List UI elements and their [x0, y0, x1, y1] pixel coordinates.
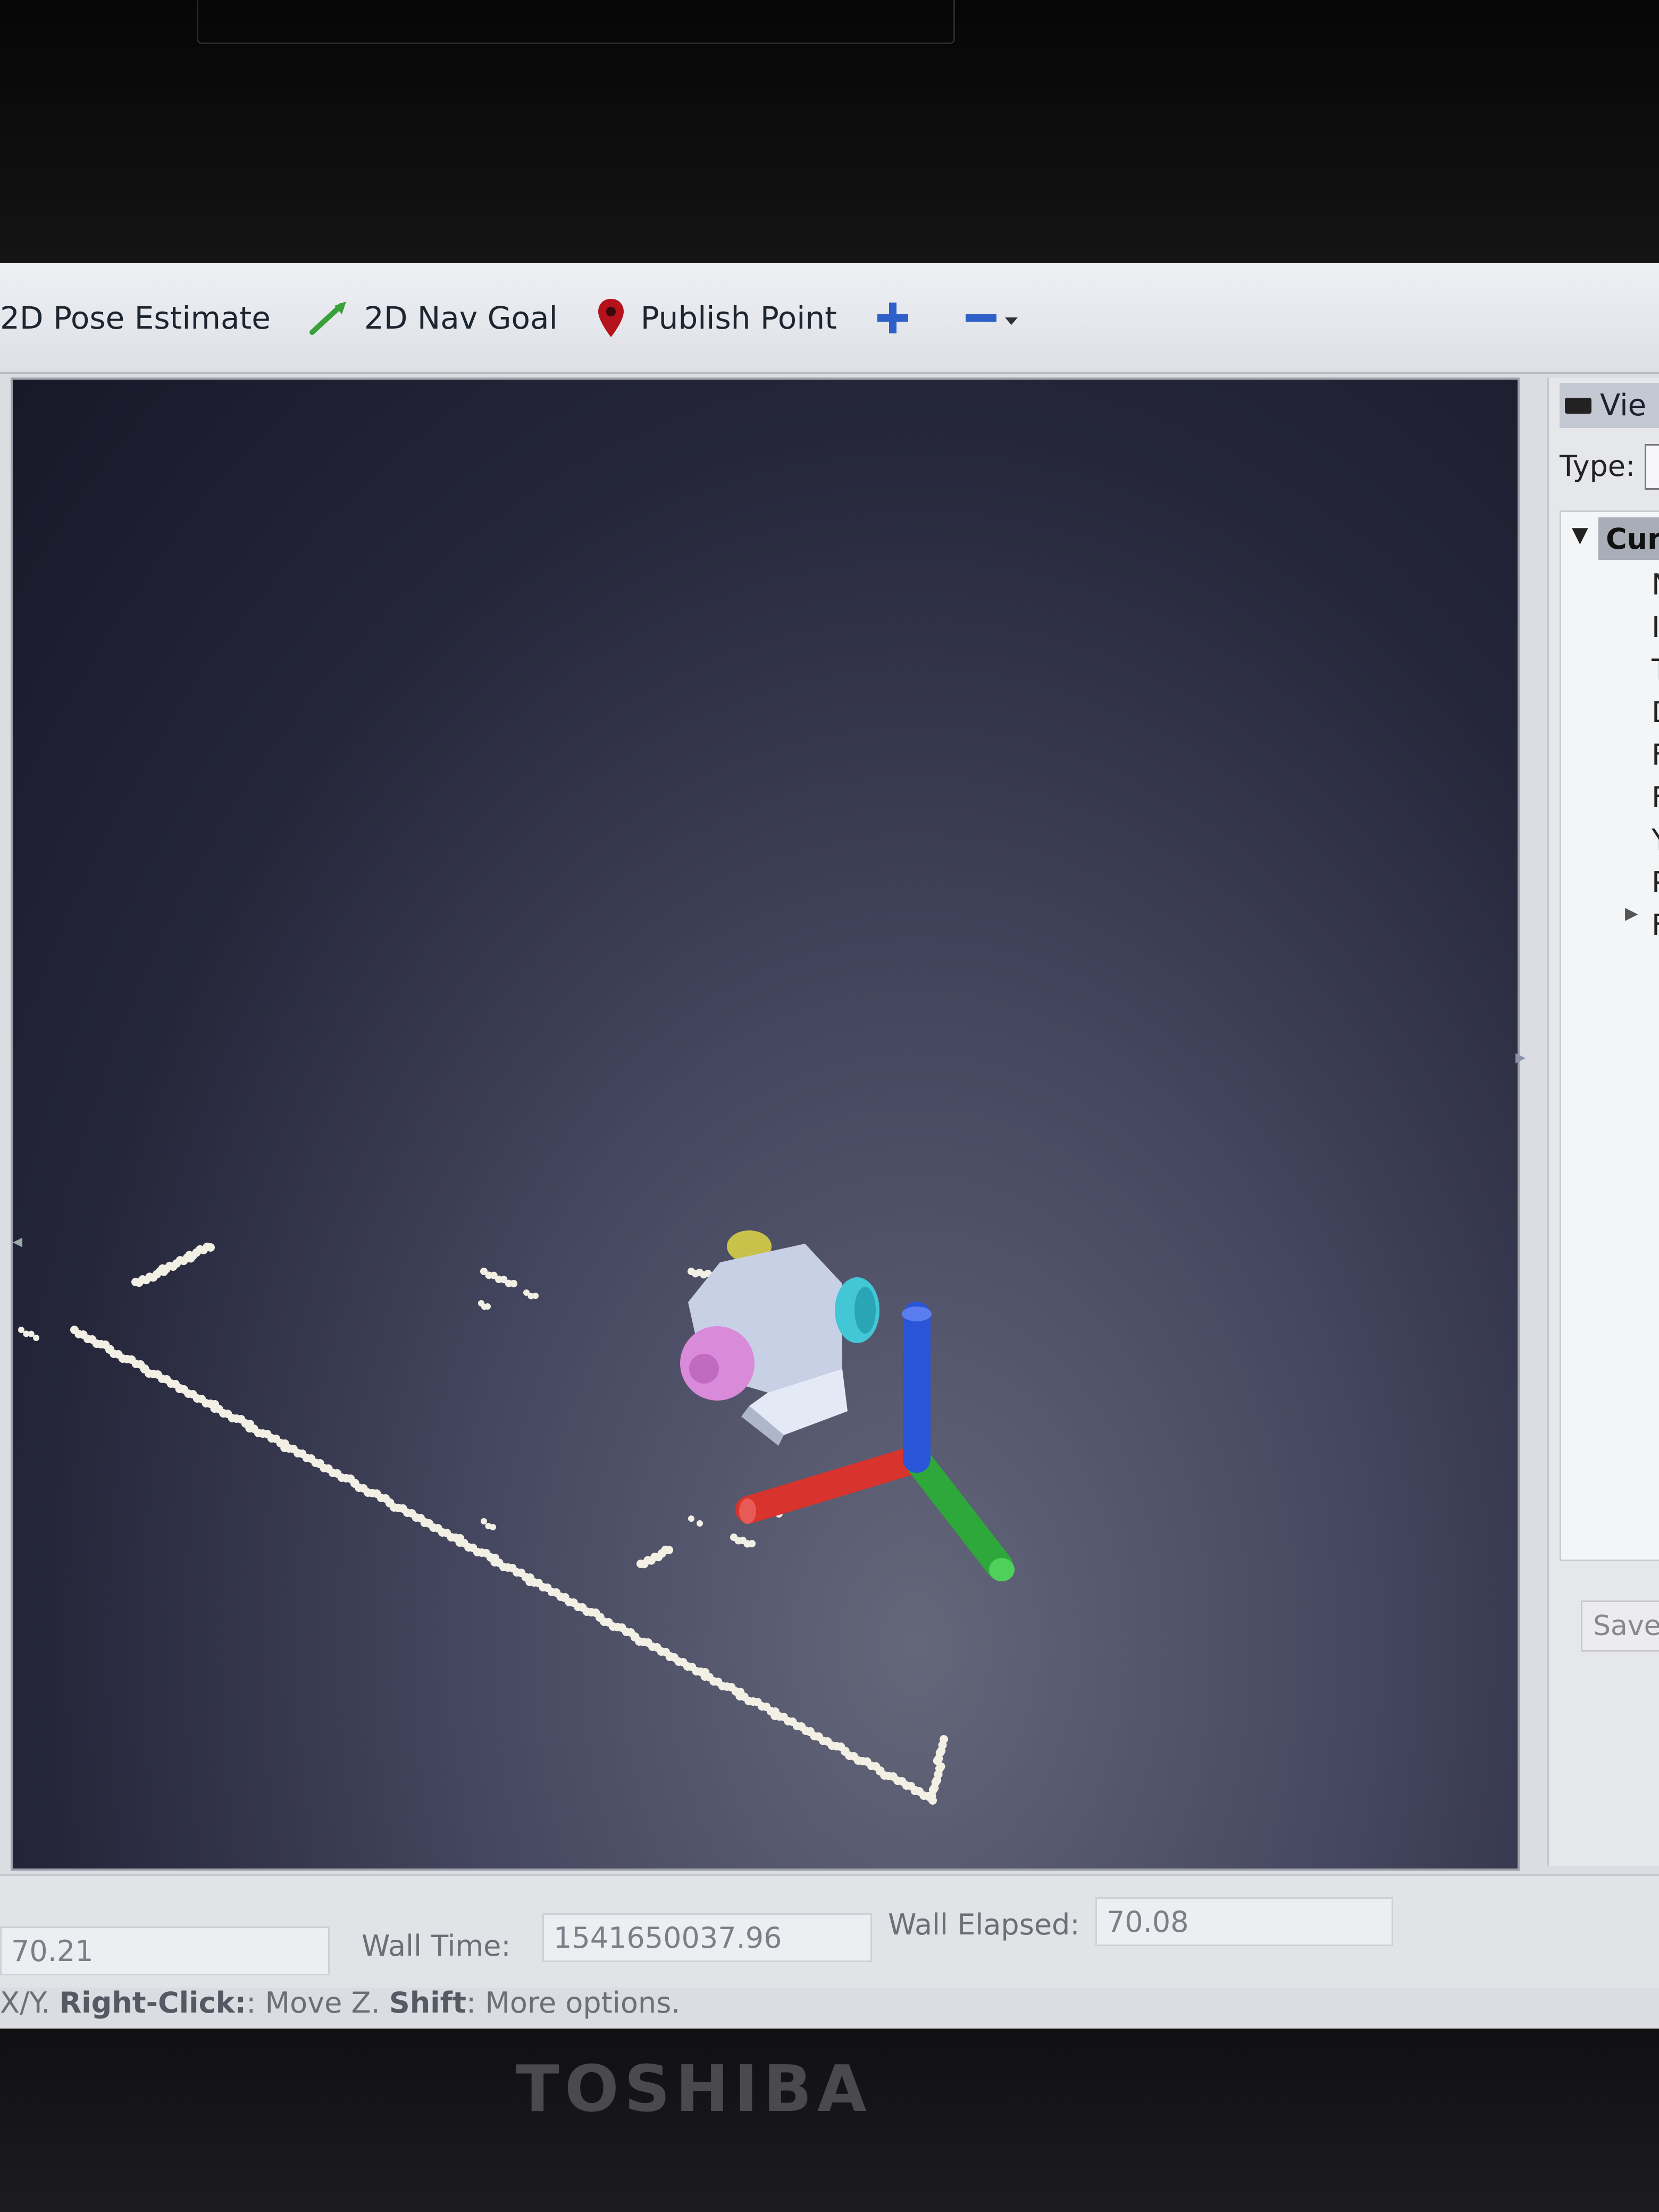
rviz-window: 2D Pose Estimate 2D Nav Goal Publish Poi…	[0, 263, 1659, 2029]
scan-point	[940, 1735, 948, 1744]
camera-icon	[1565, 397, 1591, 414]
plus-icon	[877, 302, 908, 333]
laptop-brand-logo: TOSHIBA	[516, 2052, 872, 2126]
view-field-4[interactable]: D	[1652, 696, 1659, 729]
view-field-5[interactable]: F	[1652, 738, 1659, 772]
view-type-select[interactable]	[1645, 444, 1659, 490]
nav-goal-label: 2D Nav Goal	[364, 299, 558, 336]
views-panel-title: Vie	[1600, 388, 1647, 423]
remove-tool-button[interactable]	[962, 286, 1035, 350]
wall-time-label: Wall Time:	[362, 1929, 511, 1963]
webcam-bezel	[197, 0, 955, 44]
view-field-1[interactable]: N	[1652, 568, 1659, 601]
ros-elapsed-field[interactable]: 70.21	[0, 1926, 330, 1975]
map-pin-icon	[598, 298, 624, 337]
scan-point	[532, 1293, 539, 1299]
hint-more-options: : More options.	[466, 1986, 681, 2020]
laptop-top-bezel	[0, 0, 1659, 266]
current-view-item[interactable]: Cur	[1598, 517, 1659, 560]
views-panel-header: Vie	[1560, 383, 1659, 428]
scan-point	[748, 1540, 756, 1547]
time-panel: 70.21 Wall Time: 1541650037.96 Wall Elap…	[0, 1874, 1659, 1988]
pose-estimate-label: 2D Pose Estimate	[0, 299, 271, 336]
minus-dropdown-icon	[965, 314, 1018, 325]
hint-right-click: Right-Click:	[59, 1986, 247, 2020]
status-hint: X/Y. Right-Click:: Move Z. Shift: More o…	[0, 1986, 1659, 2029]
scan-point	[490, 1524, 496, 1530]
scene-canvas[interactable]	[13, 380, 1518, 1869]
scan-point	[665, 1546, 673, 1554]
x-axis	[735, 1445, 931, 1523]
add-tool-button[interactable]	[874, 286, 925, 350]
robot-wheel-right-hub	[854, 1287, 876, 1334]
wall-time-field[interactable]: 1541650037.96	[542, 1913, 872, 1962]
nav-goal-arrow-icon	[309, 301, 346, 335]
robot-model	[680, 1230, 879, 1446]
3d-render-viewport[interactable]: ◂	[11, 378, 1520, 1871]
expand-arrow-icon[interactable]: ▶	[1625, 903, 1638, 923]
tools-toolbar: 2D Pose Estimate 2D Nav Goal Publish Poi…	[0, 263, 1659, 374]
scan-point	[697, 1520, 703, 1527]
view-field-6[interactable]: F	[1652, 781, 1659, 814]
view-field-3[interactable]: T	[1652, 653, 1659, 686]
scan-point	[18, 1327, 24, 1333]
scan-point	[206, 1243, 215, 1252]
view-field-2[interactable]: I	[1652, 610, 1659, 644]
scan-point	[481, 1518, 487, 1524]
expand-triangle-icon[interactable]: ▼	[1572, 523, 1588, 547]
views-tree: ▼ Cur N I T D F F Y P ▶ F	[1560, 510, 1659, 1561]
save-view-button[interactable]: Save	[1581, 1601, 1659, 1652]
nav-goal-tool[interactable]: 2D Nav Goal	[308, 286, 558, 350]
pose-estimate-tool[interactable]: 2D Pose Estimate	[0, 286, 271, 350]
left-panel-collapse-arrow[interactable]: ◂	[13, 1230, 28, 1262]
hint-prefix: X/Y.	[0, 1986, 60, 2020]
wall-elapsed-label: Wall Elapsed:	[888, 1908, 1080, 1941]
scan-point	[33, 1335, 39, 1341]
hint-move-z: : Move Z.	[246, 1986, 389, 2020]
scan-point	[510, 1280, 517, 1287]
y-axis	[903, 1445, 1013, 1579]
view-field-9[interactable]: F	[1652, 908, 1659, 942]
scan-point	[28, 1330, 35, 1337]
publish-point-tool[interactable]: Publish Point	[595, 286, 837, 350]
publish-point-label: Publish Point	[640, 299, 837, 336]
scan-point	[688, 1515, 694, 1522]
view-field-8[interactable]: P	[1652, 866, 1659, 899]
views-panel: Vie Type: ▼ Cur N I T D F F Y P ▶ F Save	[1547, 378, 1659, 1866]
right-panel-collapse-arrow[interactable]: ▸	[1515, 1045, 1537, 1077]
robot-wheel-left-hub	[689, 1354, 719, 1384]
hint-shift: Shift	[389, 1986, 466, 2020]
view-type-label: Type:	[1560, 449, 1636, 483]
scan-point	[484, 1303, 491, 1310]
wall-elapsed-field[interactable]: 70.08	[1095, 1897, 1393, 1946]
view-field-7[interactable]: Y	[1652, 823, 1659, 857]
